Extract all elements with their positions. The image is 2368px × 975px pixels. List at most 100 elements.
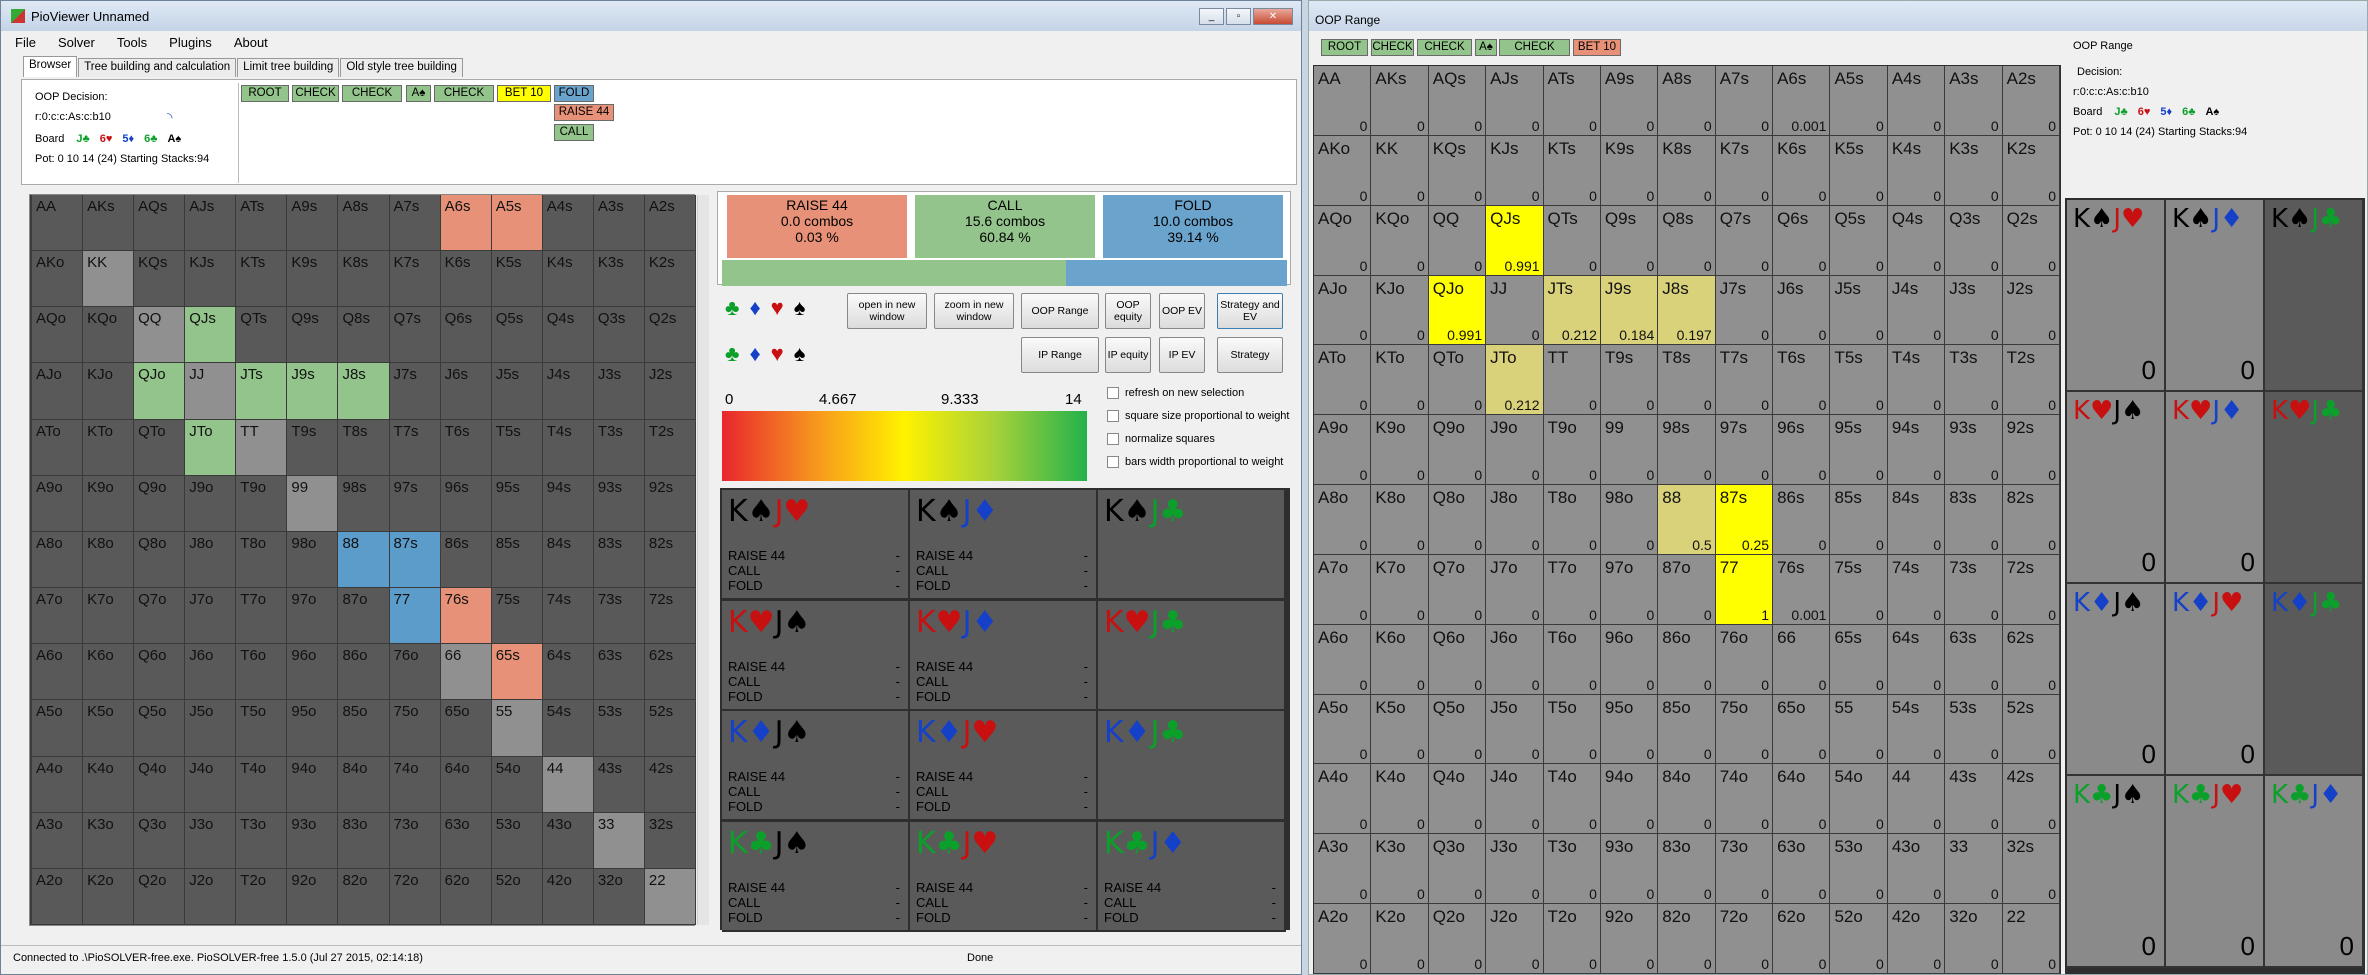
oop-ev-button[interactable]: OOP EV	[1159, 293, 1205, 329]
hand-cell[interactable]: 65s	[491, 644, 543, 701]
zoom-new-window-button[interactable]: zoom in new window	[934, 293, 1014, 329]
range-hand-cell[interactable]: K3s 0	[1945, 135, 2003, 206]
range-hand-cell[interactable]: 96s 0	[1773, 415, 1831, 486]
range-hand-cell[interactable]: 52s 0	[2002, 694, 2060, 765]
ip-range-button[interactable]: IP Range	[1021, 337, 1099, 373]
range-hand-cell[interactable]: TT 0	[1543, 345, 1601, 416]
hand-cell[interactable]: A7o	[32, 588, 84, 645]
range-hand-cell[interactable]: J5s 0	[1830, 275, 1888, 346]
range-hand-cell[interactable]: Q6s 0	[1773, 205, 1831, 276]
hand-cell[interactable]: K6o	[83, 644, 135, 701]
range-hand-cell[interactable]: 73s 0	[1945, 554, 2003, 625]
hand-cell[interactable]: J2o	[185, 868, 237, 925]
range-hand-cell[interactable]: AQo 0	[1314, 205, 1372, 276]
suit-club-icon[interactable]: ♣	[725, 341, 739, 367]
range-hand-cell[interactable]: J4s 0	[1887, 275, 1946, 346]
hand-cell[interactable]: K8s	[338, 251, 390, 308]
range-hand-cell[interactable]: 95o 0	[1600, 694, 1659, 765]
range-hand-cell[interactable]: J7o 0	[1486, 554, 1544, 625]
menu-about[interactable]: About	[234, 35, 268, 50]
hand-cell[interactable]: J8s	[338, 363, 390, 420]
range-hand-cell[interactable]: Q8s 0	[1658, 205, 1716, 276]
range-hand-cell[interactable]: 98s 0	[1658, 415, 1716, 486]
hand-cell[interactable]: 86s	[440, 531, 492, 589]
suit-spade-icon[interactable]: ♠	[794, 341, 806, 367]
hand-cell[interactable]: 97s	[389, 475, 441, 532]
hand-cell[interactable]: K5s	[491, 251, 543, 308]
hand-cell[interactable]: T8s	[338, 419, 390, 476]
range-hand-cell[interactable]: K5s 0	[1830, 135, 1888, 206]
hand-cell[interactable]: JTs	[236, 363, 288, 420]
range-hand-cell[interactable]: 77 1	[1715, 554, 1774, 625]
range-hand-cell[interactable]: Q3o 0	[1428, 834, 1487, 905]
range-hand-cell[interactable]: A6o 0	[1314, 624, 1372, 695]
range-hand-cell[interactable]: Q2o 0	[1428, 904, 1487, 974]
range-combo-card[interactable]: K♣J♠ 0	[2067, 776, 2166, 968]
hand-cell[interactable]: 74s	[542, 588, 594, 645]
suit-heart-icon[interactable]: ♥	[771, 341, 784, 367]
ip-ev-button[interactable]: IP EV	[1159, 337, 1205, 373]
checkbox-square-size-proportional-to-weight[interactable]: square size proportional to weight	[1107, 410, 1289, 422]
range-hand-cell[interactable]: 99 0	[1600, 415, 1659, 486]
range-hand-cell[interactable]: K3o 0	[1371, 834, 1429, 905]
range-hand-cell[interactable]: T7s 0	[1715, 345, 1774, 416]
range-hand-cell[interactable]: 88 0.5	[1658, 485, 1716, 555]
hand-cell[interactable]: AJo	[32, 363, 84, 420]
hand-cell[interactable]: 63o	[440, 812, 492, 869]
range-hand-cell[interactable]: T9o 0	[1543, 415, 1601, 486]
hand-cell[interactable]: J6s	[440, 363, 492, 420]
range-hand-cell[interactable]: 94s 0	[1887, 415, 1946, 486]
hand-cell[interactable]: 94o	[287, 756, 339, 813]
oop-range-button[interactable]: OOP Range	[1021, 293, 1099, 329]
range-hand-cell[interactable]: JTo 0.212	[1486, 345, 1544, 416]
range-hand-cell[interactable]: J4o 0	[1486, 764, 1544, 835]
range-hand-cell[interactable]: 75s 0	[1830, 554, 1888, 625]
hand-cell[interactable]: 66	[440, 644, 492, 701]
range-hand-cell[interactable]: T6o 0	[1543, 624, 1601, 695]
range-hand-cell[interactable]: A4o 0	[1314, 764, 1372, 835]
range-hand-cell[interactable]: A5o 0	[1314, 694, 1372, 765]
hand-cell[interactable]: T8o	[236, 531, 288, 589]
hand-cell[interactable]: KJo	[83, 363, 135, 420]
range-hand-cell[interactable]: 52o 0	[1830, 904, 1888, 974]
hand-cell[interactable]: Q3s	[593, 307, 645, 364]
hand-cell[interactable]: 83s	[593, 531, 645, 589]
hand-cell[interactable]: J4s	[542, 363, 594, 420]
combo-card[interactable]: K♠J♦ RAISE 44 - CALL - FOLD -	[910, 490, 1098, 600]
hand-cell[interactable]: 43s	[593, 756, 645, 813]
tab-limit-tree-building[interactable]: Limit tree building	[237, 58, 340, 77]
range-hand-cell[interactable]: KK 0	[1371, 135, 1429, 206]
range-hand-cell[interactable]: J7s 0	[1715, 275, 1774, 346]
range-hand-cell[interactable]: A9s 0	[1600, 66, 1659, 136]
combo-card[interactable]: K♥J♦ RAISE 44 - CALL - FOLD -	[910, 600, 1098, 711]
hand-cell[interactable]: AA	[32, 195, 84, 252]
range-node-root[interactable]: ROOT	[1321, 39, 1368, 56]
hand-cell[interactable]: J8o	[185, 531, 237, 589]
hand-cell[interactable]: QTo	[134, 419, 186, 476]
range-hand-cell[interactable]: 54s 0	[1887, 694, 1946, 765]
range-hand-cell[interactable]: K9o 0	[1371, 415, 1429, 486]
hand-cell[interactable]: A4o	[32, 756, 84, 813]
range-hand-cell[interactable]: T6s 0	[1773, 345, 1831, 416]
hand-cell[interactable]: A5s	[491, 195, 543, 252]
hand-cell[interactable]: 87s	[389, 531, 441, 589]
range-node-bet-10[interactable]: BET 10	[1573, 39, 1621, 56]
range-combo-card[interactable]: K♦J♠ 0	[2067, 584, 2166, 776]
hand-cell[interactable]: 97o	[287, 588, 339, 645]
range-node-check[interactable]: CHECK	[1371, 39, 1414, 56]
hand-cell[interactable]: 55	[491, 700, 543, 757]
hand-cell[interactable]: Q4s	[542, 307, 594, 364]
hand-cell[interactable]: J3s	[593, 363, 645, 420]
range-hand-cell[interactable]: Q3s 0	[1945, 205, 2003, 276]
range-hand-cell[interactable]: K5o 0	[1371, 694, 1429, 765]
range-hand-cell[interactable]: T5o 0	[1543, 694, 1601, 765]
hand-cell[interactable]: A8s	[338, 195, 390, 252]
suit-heart-icon[interactable]: ♥	[771, 295, 784, 321]
range-hand-cell[interactable]: K2o 0	[1371, 904, 1429, 974]
range-hand-cell[interactable]: 42o 0	[1887, 904, 1946, 974]
range-hand-cell[interactable]: Q8o 0	[1428, 485, 1487, 555]
hand-cell[interactable]: 83o	[338, 812, 390, 869]
hand-cell[interactable]: ATs	[236, 195, 288, 252]
hand-cell[interactable]: 63s	[593, 644, 645, 701]
hand-cell[interactable]: Q6o	[134, 644, 186, 701]
